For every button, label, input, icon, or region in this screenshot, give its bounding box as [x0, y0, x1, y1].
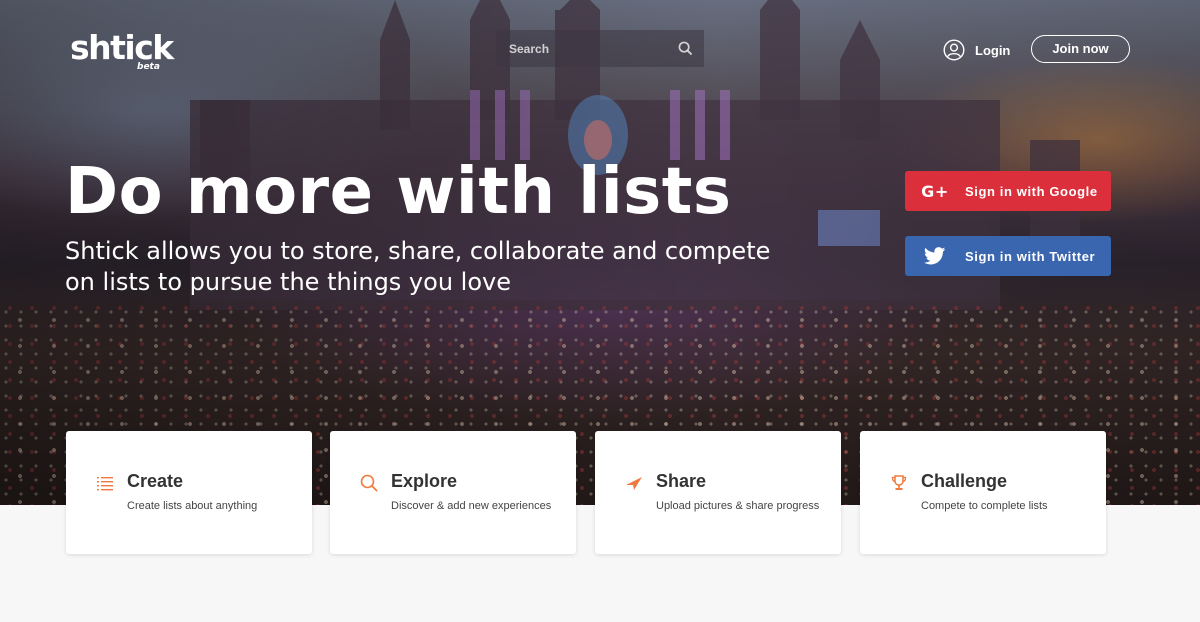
sign-in-google-button[interactable]: G+ Sign in with Google — [905, 171, 1111, 211]
search-input[interactable] — [496, 30, 666, 67]
login-link[interactable]: Login — [943, 38, 1010, 62]
beta-badge: beta — [137, 62, 160, 72]
feature-description: Discover & add new experiences — [391, 500, 552, 512]
feature-title: Share — [656, 471, 707, 491]
feature-card-create[interactable]: Create Create lists about anything — [66, 431, 312, 554]
feature-description: Compete to complete lists — [921, 500, 1048, 512]
send-icon — [626, 477, 642, 490]
search-icon[interactable] — [678, 41, 693, 56]
twitter-bird-icon — [905, 247, 965, 265]
feature-card-share[interactable]: Share Upload pictures & share progress — [595, 431, 841, 554]
feature-card-challenge[interactable]: Challenge Compete to complete lists — [860, 431, 1106, 554]
feature-title: Explore — [391, 471, 458, 491]
search-icon — [360, 474, 378, 492]
sign-in-twitter-button[interactable]: Sign in with Twitter — [905, 236, 1111, 276]
list-icon — [97, 477, 113, 491]
google-button-label: Sign in with Google — [965, 183, 1098, 199]
login-label: Login — [975, 42, 1011, 58]
search-box — [496, 30, 704, 67]
user-icon — [943, 39, 965, 61]
feature-description: Create lists about anything — [127, 500, 258, 512]
feature-description: Upload pictures & share progress — [656, 500, 820, 512]
feature-title: Create — [127, 471, 184, 491]
logo[interactable]: shtick beta — [70, 28, 174, 72]
join-now-button[interactable]: Join now — [1031, 35, 1130, 63]
feature-card-explore[interactable]: Explore Discover & add new experiences — [330, 431, 576, 554]
twitter-button-label: Sign in with Twitter — [965, 248, 1096, 264]
feature-title: Challenge — [921, 471, 1008, 491]
hero-headline: Do more with lists — [65, 155, 732, 229]
hero-subline: Shtick allows you to store, share, colla… — [65, 237, 771, 296]
google-plus-icon: G+ — [921, 181, 949, 201]
trophy-icon — [891, 475, 907, 490]
